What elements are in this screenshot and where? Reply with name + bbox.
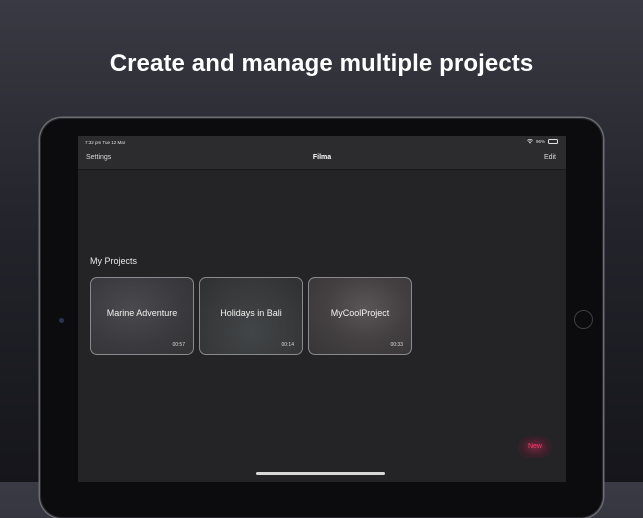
camera-dot bbox=[59, 318, 64, 323]
device-home-button[interactable] bbox=[574, 310, 593, 329]
home-indicator[interactable] bbox=[256, 472, 385, 475]
app-screen: 7:32 pm Tue 12 Mar 96% Settings Filma Ed… bbox=[78, 136, 566, 482]
project-name: MyCoolProject bbox=[330, 308, 390, 318]
status-bar: 7:32 pm Tue 12 Mar 96% bbox=[78, 136, 566, 150]
status-right: 96% bbox=[526, 139, 558, 144]
project-duration: 00:33 bbox=[390, 342, 403, 348]
edit-button[interactable]: Edit bbox=[544, 154, 556, 161]
status-time: 7:32 pm Tue 12 Mar bbox=[85, 140, 126, 145]
new-project-button[interactable]: New bbox=[518, 436, 552, 458]
promo-headline: Create and manage multiple projects bbox=[109, 50, 534, 77]
project-card[interactable]: Marine Adventure 00:57 bbox=[90, 277, 194, 355]
project-card[interactable]: MyCoolProject 00:33 bbox=[308, 277, 412, 355]
project-list: Marine Adventure 00:57 Holidays in Bali … bbox=[90, 277, 412, 355]
app-title: Filma bbox=[312, 154, 332, 161]
project-duration: 00:57 bbox=[172, 342, 185, 348]
battery-icon bbox=[548, 139, 558, 144]
project-name: Marine Adventure bbox=[106, 308, 178, 318]
project-card[interactable]: Holidays in Bali 00:14 bbox=[199, 277, 303, 355]
navigation-bar: Settings Filma Edit bbox=[78, 150, 566, 170]
section-title: My Projects bbox=[90, 256, 138, 266]
battery-percent: 96% bbox=[535, 139, 545, 144]
project-duration: 00:14 bbox=[281, 342, 294, 348]
project-name: Holidays in Bali bbox=[220, 308, 282, 318]
wifi-icon bbox=[526, 139, 533, 144]
